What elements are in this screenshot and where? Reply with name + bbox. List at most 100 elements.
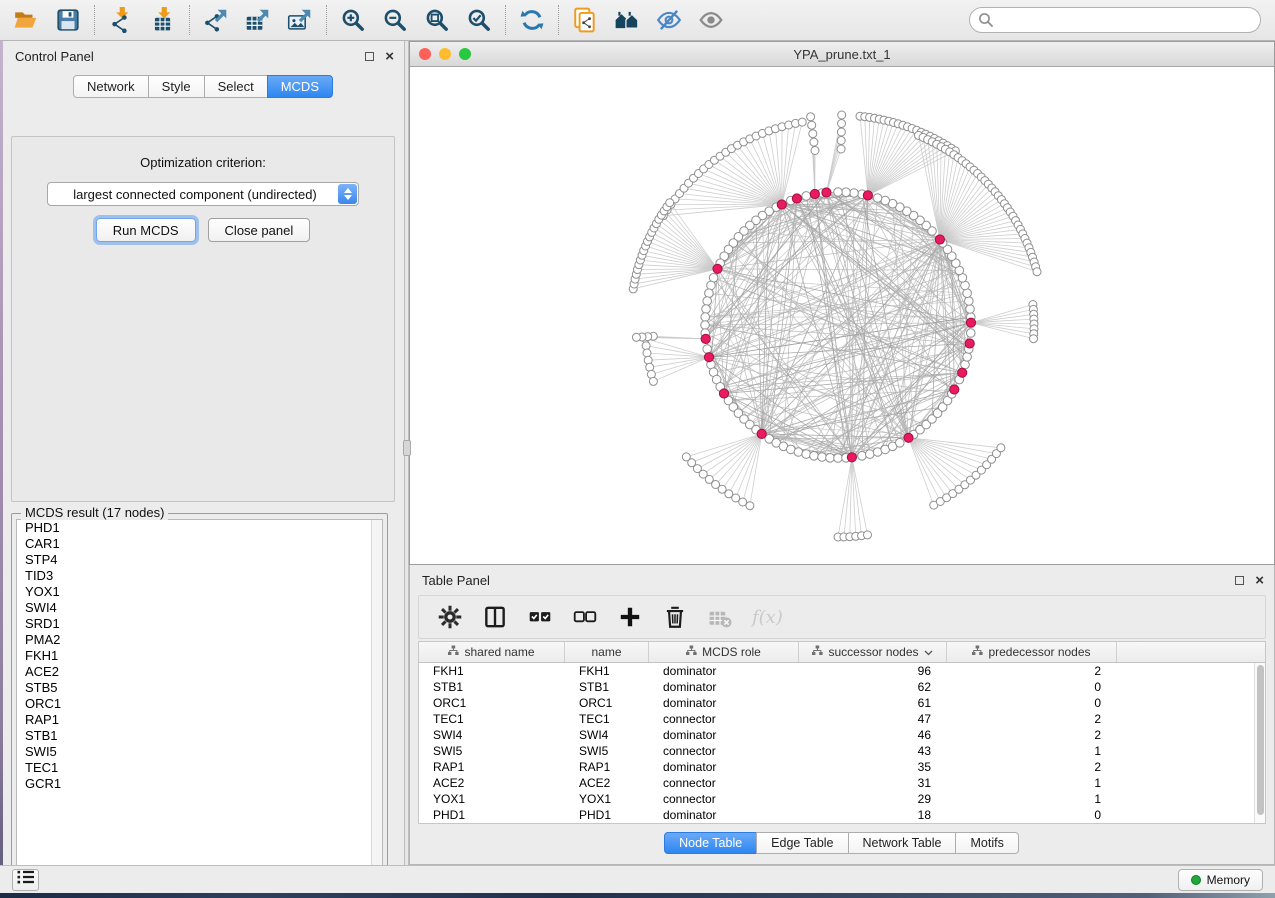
hide-selected-icon[interactable] bbox=[655, 6, 683, 34]
table-cell: 43 bbox=[799, 744, 947, 758]
table-cell: YOX1 bbox=[419, 792, 565, 806]
mcds-result-group: MCDS result (17 nodes) PHD1CAR1STP4TID3Y… bbox=[11, 507, 388, 879]
network-graph[interactable] bbox=[410, 67, 1274, 564]
column-header-successor-nodes[interactable]: successor nodes bbox=[799, 642, 947, 662]
tab-select[interactable]: Select bbox=[204, 75, 268, 98]
table-cell: 1 bbox=[947, 744, 1117, 758]
export-network-icon[interactable] bbox=[202, 6, 230, 34]
table-panel-close-icon[interactable]: × bbox=[1255, 576, 1264, 585]
mcds-result-item[interactable]: CAR1 bbox=[17, 536, 382, 552]
mcds-result-item[interactable]: GCR1 bbox=[17, 776, 382, 792]
table-row[interactable]: SWI5SWI5connector431 bbox=[419, 743, 1265, 759]
mcds-result-item[interactable]: STP4 bbox=[17, 552, 382, 568]
tasks-list-button[interactable] bbox=[12, 869, 39, 891]
mcds-result-item[interactable]: ACE2 bbox=[17, 664, 382, 680]
refresh-icon[interactable] bbox=[518, 6, 546, 34]
export-image-icon[interactable] bbox=[286, 6, 314, 34]
tab-network-table[interactable]: Network Table bbox=[848, 832, 957, 854]
delete-icon[interactable] bbox=[662, 604, 688, 630]
zoom-out-icon[interactable] bbox=[381, 6, 409, 34]
show-eye-icon[interactable] bbox=[697, 6, 725, 34]
column-header-name[interactable]: name bbox=[565, 642, 649, 662]
import-network-icon[interactable] bbox=[107, 6, 135, 34]
table-settings-icon[interactable] bbox=[437, 604, 463, 630]
houses-icon[interactable] bbox=[613, 6, 641, 34]
mcds-result-item[interactable]: PHD1 bbox=[17, 520, 382, 536]
toolbar-separator bbox=[189, 5, 190, 35]
select-all-rows-icon[interactable] bbox=[527, 604, 553, 630]
table-cell: 2 bbox=[947, 712, 1117, 726]
control-panel-float-icon[interactable] bbox=[365, 52, 374, 61]
table-panel-float-icon[interactable] bbox=[1235, 576, 1244, 585]
table-cell: 35 bbox=[799, 760, 947, 774]
table-cell: 31 bbox=[799, 776, 947, 790]
table-cell: STB1 bbox=[419, 680, 565, 694]
table-row[interactable]: SWI4SWI4dominator462 bbox=[419, 727, 1265, 743]
table-toolbar: f(x) bbox=[418, 595, 1266, 639]
optimization-criterion-select[interactable]: largest connected component (undirected) bbox=[47, 182, 359, 206]
mcds-result-item[interactable]: YOX1 bbox=[17, 584, 382, 600]
mcds-result-item[interactable]: RAP1 bbox=[17, 712, 382, 728]
mcds-result-item[interactable]: STB1 bbox=[17, 728, 382, 744]
table-cell: 0 bbox=[947, 696, 1117, 710]
table-cell: RAP1 bbox=[419, 760, 565, 774]
table-cell: PHD1 bbox=[565, 808, 649, 822]
tab-motifs[interactable]: Motifs bbox=[955, 832, 1018, 854]
mcds-result-item[interactable]: STB5 bbox=[17, 680, 382, 696]
show-columns-icon[interactable] bbox=[482, 604, 508, 630]
deselect-all-rows-icon[interactable] bbox=[572, 604, 598, 630]
mcds-result-title: MCDS result (17 nodes) bbox=[21, 505, 168, 520]
mcds-result-item[interactable]: ORC1 bbox=[17, 696, 382, 712]
table-row[interactable]: PHD1PHD1dominator180 bbox=[419, 807, 1265, 823]
mcds-result-item[interactable]: SRD1 bbox=[17, 616, 382, 632]
zoom-fit-icon[interactable] bbox=[423, 6, 451, 34]
column-header-predecessor-nodes[interactable]: predecessor nodes bbox=[947, 642, 1117, 662]
table-row[interactable]: ORC1ORC1dominator610 bbox=[419, 695, 1265, 711]
table-row[interactable]: STB1STB1dominator620 bbox=[419, 679, 1265, 695]
control-panel-close-icon[interactable]: × bbox=[385, 52, 394, 61]
table-row[interactable]: ACE2ACE2connector311 bbox=[419, 775, 1265, 791]
table-row[interactable]: YOX1YOX1connector291 bbox=[419, 791, 1265, 807]
splitter-handle-icon[interactable] bbox=[403, 440, 411, 456]
table-row[interactable]: FKH1FKH1dominator962 bbox=[419, 663, 1265, 679]
table-cell: 2 bbox=[947, 760, 1117, 774]
zoom-in-icon[interactable] bbox=[339, 6, 367, 34]
table-row[interactable]: RAP1RAP1dominator352 bbox=[419, 759, 1265, 775]
tab-node-table[interactable]: Node Table bbox=[664, 832, 757, 854]
network-canvas[interactable] bbox=[410, 67, 1274, 564]
table-row[interactable]: TEC1TEC1connector472 bbox=[419, 711, 1265, 727]
add-icon[interactable] bbox=[617, 604, 643, 630]
mcds-result-item[interactable]: SWI4 bbox=[17, 600, 382, 616]
mcds-list-scrollbar[interactable] bbox=[371, 520, 382, 873]
column-header-shared-name[interactable]: shared name bbox=[419, 642, 565, 662]
mcds-result-item[interactable]: PMA2 bbox=[17, 632, 382, 648]
network-window-title: YPA_prune.txt_1 bbox=[410, 47, 1274, 62]
mcds-result-item[interactable]: FKH1 bbox=[17, 648, 382, 664]
mcds-result-item[interactable]: TID3 bbox=[17, 568, 382, 584]
zoom-selected-icon[interactable] bbox=[465, 6, 493, 34]
table-cell: 47 bbox=[799, 712, 947, 726]
close-panel-button[interactable]: Close panel bbox=[208, 218, 311, 242]
search-input[interactable] bbox=[969, 7, 1261, 33]
tab-mcds[interactable]: MCDS bbox=[267, 75, 333, 98]
table-cell: 2 bbox=[947, 664, 1117, 678]
run-mcds-button[interactable]: Run MCDS bbox=[96, 218, 196, 242]
mcds-result-item[interactable]: SWI5 bbox=[17, 744, 382, 760]
mcds-result-item[interactable]: TEC1 bbox=[17, 760, 382, 776]
column-header-MCDS-role[interactable]: MCDS role bbox=[649, 642, 799, 662]
tab-network[interactable]: Network bbox=[73, 75, 149, 98]
mcds-result-list[interactable]: PHD1CAR1STP4TID3YOX1SWI4SRD1PMA2FKH1ACE2… bbox=[16, 519, 383, 874]
network-window-titlebar[interactable]: YPA_prune.txt_1 bbox=[410, 42, 1274, 67]
export-table-icon[interactable] bbox=[244, 6, 272, 34]
tab-edge-table[interactable]: Edge Table bbox=[756, 832, 848, 854]
table-scrollbar[interactable] bbox=[1254, 663, 1265, 823]
memory-label: Memory bbox=[1207, 873, 1250, 887]
memory-button[interactable]: Memory bbox=[1178, 869, 1263, 891]
import-table-icon[interactable] bbox=[149, 6, 177, 34]
status-bar: Memory bbox=[0, 865, 1275, 893]
tab-style[interactable]: Style bbox=[148, 75, 205, 98]
open-folder-icon[interactable] bbox=[12, 6, 40, 34]
share-document-icon[interactable] bbox=[571, 6, 599, 34]
table-scrollbar-thumb[interactable] bbox=[1257, 665, 1264, 815]
save-session-icon[interactable] bbox=[54, 6, 82, 34]
